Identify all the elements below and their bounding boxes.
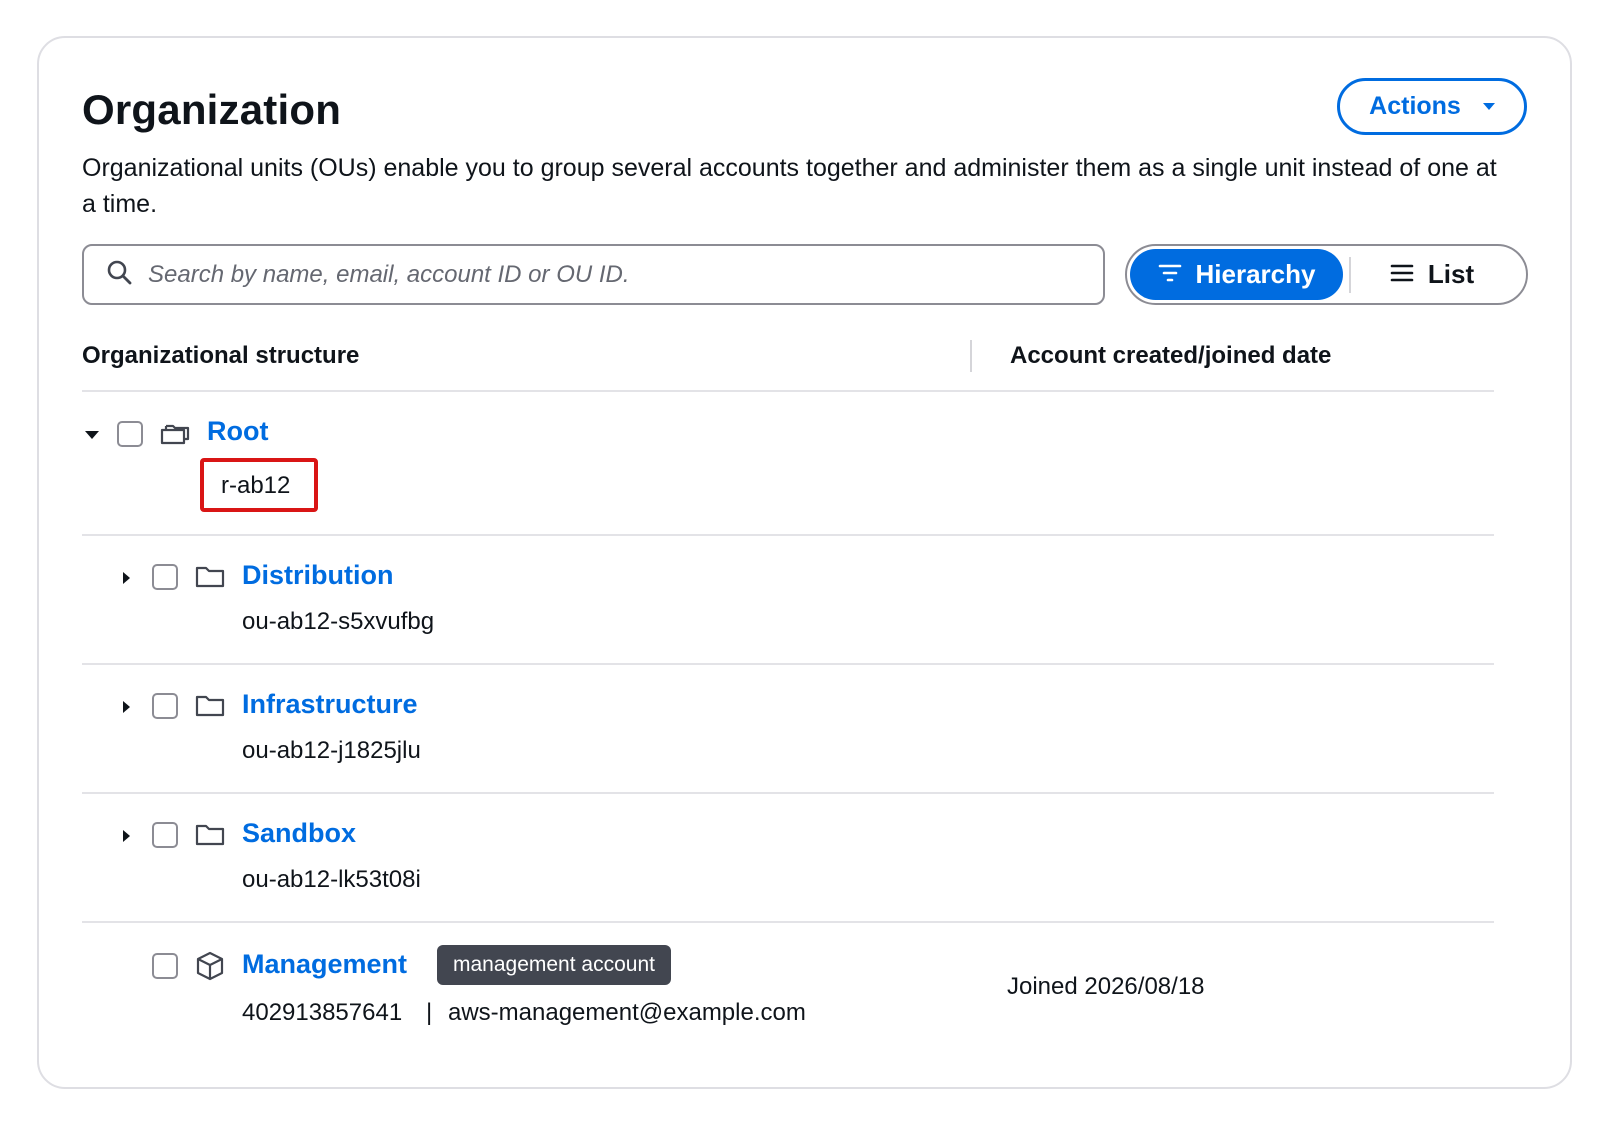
account-checkbox[interactable] xyxy=(152,953,178,979)
account-link[interactable]: Management xyxy=(242,949,407,980)
ou-id: ou-ab12-lk53t08i xyxy=(242,866,421,893)
list-view-button[interactable]: List xyxy=(1357,249,1507,300)
filter-icon xyxy=(1158,259,1182,290)
table-row-ou-distribution: Distribution ou-ab12-s5xvufbg xyxy=(82,536,1494,665)
table-row-ou-sandbox: Sandbox ou-ab12-lk53t08i xyxy=(82,794,1494,923)
management-account-badge: management account xyxy=(437,945,671,985)
search-box xyxy=(82,244,1105,305)
folder-icon xyxy=(195,824,225,851)
table-header: Organizational structure Account created… xyxy=(82,338,1494,392)
root-checkbox[interactable] xyxy=(117,421,143,447)
column-divider[interactable] xyxy=(970,340,972,372)
ou-link[interactable]: Infrastructure xyxy=(242,689,418,720)
hierarchy-label: Hierarchy xyxy=(1195,259,1316,289)
folder-icon xyxy=(195,566,225,593)
table-row-root: Root r-ab12 xyxy=(82,392,1494,536)
ou-checkbox[interactable] xyxy=(152,822,178,848)
page-title: Organization xyxy=(82,86,342,133)
page-description: Organizational units (OUs) enable you to… xyxy=(82,154,1497,218)
view-toggle: Hierarchy List xyxy=(1125,244,1528,305)
chevron-right-icon[interactable] xyxy=(123,830,130,842)
ou-link[interactable]: Distribution xyxy=(242,560,393,591)
table-row-account-management: Management management account 4029138576… xyxy=(82,923,1494,1073)
chevron-right-icon[interactable] xyxy=(123,572,130,584)
chevron-down-icon[interactable] xyxy=(85,431,99,439)
ou-checkbox[interactable] xyxy=(152,564,178,590)
account-joined-date: Joined 2026/08/18 xyxy=(1007,973,1205,1000)
search-input[interactable] xyxy=(148,246,1103,303)
caret-down-icon xyxy=(1482,103,1495,110)
ou-link[interactable]: Sandbox xyxy=(242,818,356,849)
root-folder-icon xyxy=(160,422,190,451)
hierarchy-view-button[interactable]: Hierarchy xyxy=(1130,249,1343,300)
account-cube-icon xyxy=(196,951,224,986)
actions-button[interactable]: Actions xyxy=(1337,78,1527,135)
ou-id: ou-ab12-s5xvufbg xyxy=(242,608,435,635)
ou-checkbox[interactable] xyxy=(152,693,178,719)
account-email: aws-management@example.com xyxy=(448,999,806,1026)
account-id: 402913857641 xyxy=(242,999,403,1026)
id-email-separator: | xyxy=(426,999,433,1026)
list-icon xyxy=(1390,259,1414,290)
ou-id: ou-ab12-j1825jlu xyxy=(242,737,421,764)
actions-button-label: Actions xyxy=(1369,92,1461,120)
toggle-divider xyxy=(1349,256,1351,293)
organization-panel: Organization Actions Organizational unit… xyxy=(37,36,1572,1089)
list-label: List xyxy=(1427,259,1475,289)
column-header-structure[interactable]: Organizational structure xyxy=(82,342,359,370)
root-link[interactable]: Root xyxy=(207,416,268,447)
search-icon xyxy=(106,259,132,290)
root-id: r-ab12 xyxy=(221,472,291,499)
folder-icon xyxy=(195,695,225,722)
column-header-date[interactable]: Account created/joined date xyxy=(1010,342,1331,370)
table-row-ou-infrastructure: Infrastructure ou-ab12-j1825jlu xyxy=(82,665,1494,794)
chevron-right-icon[interactable] xyxy=(123,701,130,713)
